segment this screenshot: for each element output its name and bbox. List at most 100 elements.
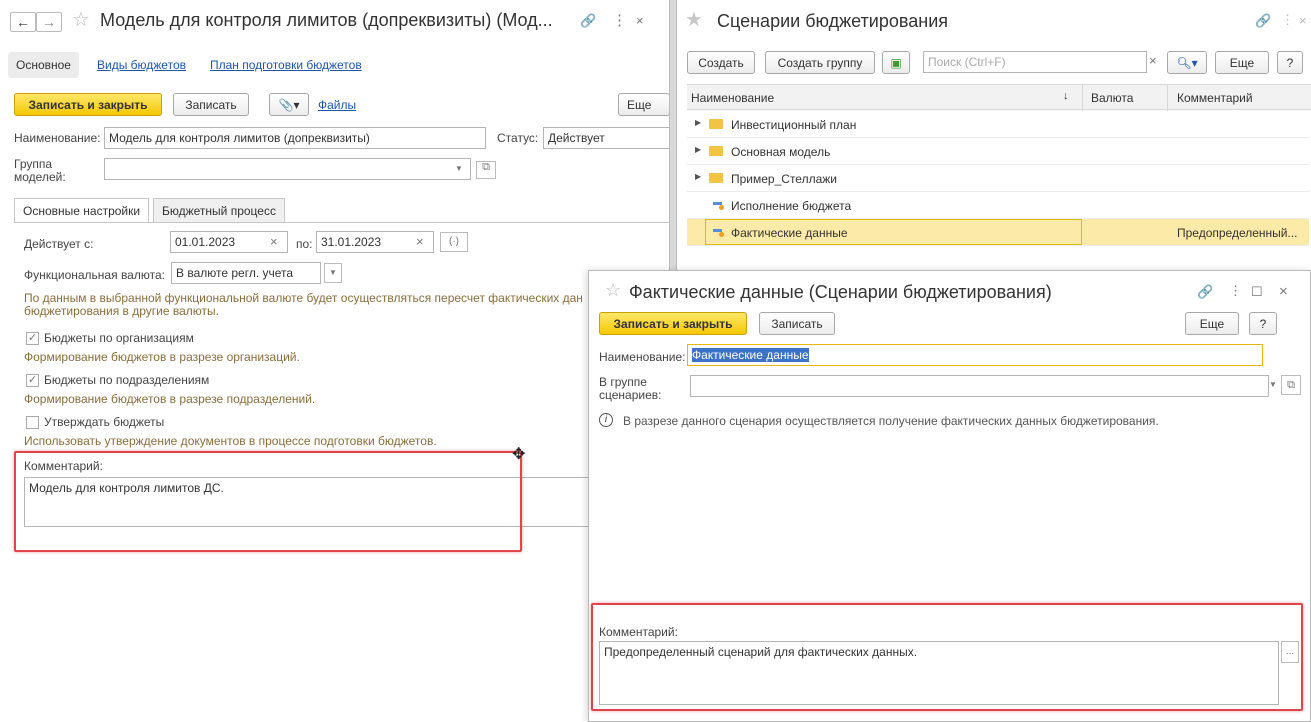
depts-checkbox[interactable]: ✓: [26, 374, 39, 387]
search-icon: 🔍︎▾: [1176, 55, 1198, 70]
table-row[interactable]: Исполнение бюджета: [687, 192, 1309, 219]
approve-checkbox-label[interactable]: Утверждать бюджеты: [44, 415, 164, 429]
save-button[interactable]: Записать: [759, 312, 835, 335]
report-button[interactable]: ▣: [882, 51, 910, 74]
group-label-line2: моделей:: [14, 170, 66, 184]
group-label-line1: Группа: [14, 157, 53, 171]
maximize-icon[interactable]: ☐: [1251, 285, 1263, 298]
orgs-hint: Формирование бюджетов в разрезе организа…: [24, 350, 300, 364]
currency-label: Функциональная валюта:: [24, 268, 165, 282]
window-title: Модель для контроля лимитов (допреквизит…: [100, 10, 553, 30]
folder-icon: [709, 173, 723, 183]
create-group-button[interactable]: Создать группу: [765, 51, 875, 74]
help-button[interactable]: ?: [1249, 312, 1277, 335]
orgs-checkbox[interactable]: ✓: [26, 332, 39, 345]
comment-highlight: [14, 451, 522, 552]
folder-icon: [709, 146, 723, 156]
row-comment: Предопределенный...: [1177, 226, 1298, 240]
group-field[interactable]: [104, 158, 471, 180]
dropdown-icon[interactable]: ▼: [1269, 381, 1277, 389]
close-icon[interactable]: ×: [1299, 14, 1307, 27]
info-text: В разрезе данного сценария осуществляетс…: [623, 414, 1159, 428]
currency-hint-line2: бюджетирования в другие валюты.: [24, 304, 219, 318]
dropdown-icon[interactable]: ▼: [455, 165, 463, 173]
expand-icon[interactable]: ▶: [695, 172, 701, 181]
approve-checkbox[interactable]: [26, 416, 39, 429]
open-icon[interactable]: ⧉: [1281, 375, 1301, 395]
nav-link-budget-types[interactable]: Виды бюджетов: [97, 58, 186, 72]
star-icon[interactable]: ★: [685, 10, 703, 30]
table-row[interactable]: ▶ Инвестиционный план: [687, 111, 1309, 138]
link-icon[interactable]: 🔗: [580, 14, 596, 27]
tab-main-settings[interactable]: Основные настройки: [14, 198, 150, 223]
name-label: Наименование:: [599, 350, 686, 364]
model-window: ← → ☆ Модель для контроля лимитов (допре…: [0, 0, 670, 722]
column-divider-2: [1167, 85, 1168, 111]
row-name: Основная модель: [731, 145, 831, 159]
predefined-item-icon: [713, 227, 725, 237]
table-row[interactable]: ▶ Основная модель: [687, 138, 1309, 165]
predefined-item-icon: [713, 200, 725, 210]
clear-date-from-icon[interactable]: ×: [270, 235, 278, 248]
clear-search-icon[interactable]: ×: [1149, 54, 1163, 67]
more-vert-icon[interactable]: ⋮: [1281, 13, 1294, 26]
link-icon[interactable]: 🔗: [1255, 14, 1271, 27]
create-button[interactable]: Создать: [687, 51, 755, 74]
active-from-label: Действует с:: [24, 237, 94, 251]
group-field[interactable]: [690, 375, 1269, 397]
more-button[interactable]: Еще: [1215, 51, 1269, 74]
tab-divider: [14, 222, 669, 223]
open-icon[interactable]: ⧉: [476, 161, 496, 179]
name-label: Наименование:: [14, 131, 101, 145]
save-close-button[interactable]: Записать и закрыть: [14, 93, 162, 116]
table-row-selected[interactable]: Фактические данные Предопределенный...: [687, 219, 1309, 246]
more-button[interactable]: Еще: [1185, 312, 1239, 335]
depts-checkbox-label[interactable]: Бюджеты по подразделениям: [44, 373, 209, 387]
group-label-line1: В группе: [599, 375, 647, 389]
currency-field[interactable]: В валюте регл. учета: [171, 262, 321, 284]
star-icon[interactable]: ☆: [605, 281, 621, 299]
table-row[interactable]: ▶ Пример_Стеллажи: [687, 165, 1309, 192]
search-input[interactable]: Поиск (Ctrl+F): [923, 51, 1147, 73]
tab-budget-process[interactable]: Бюджетный процесс: [153, 198, 285, 222]
more-button[interactable]: Еще: [618, 93, 669, 116]
column-header-comment[interactable]: Комментарий: [1177, 91, 1253, 105]
close-icon[interactable]: ×: [1279, 284, 1288, 299]
nav-tab-main[interactable]: Основное: [8, 52, 79, 78]
paperclip-icon: 📎▾: [278, 97, 300, 112]
expand-icon[interactable]: ▶: [695, 118, 701, 127]
more-vert-icon[interactable]: ⋮: [612, 13, 627, 28]
folder-icon: [709, 119, 723, 129]
comment-highlight: [591, 603, 1303, 711]
link-icon[interactable]: 🔗: [1197, 285, 1213, 298]
fact-title: Фактические данные (Сценарии бюджетирова…: [629, 282, 1052, 302]
column-header-name[interactable]: Наименование: [691, 91, 774, 105]
save-button[interactable]: Записать: [173, 93, 249, 116]
more-vert-icon[interactable]: ⋮: [1229, 284, 1242, 297]
period-icon[interactable]: (·): [440, 232, 468, 252]
expand-icon[interactable]: ▶: [695, 145, 701, 154]
table-body: ▶ Инвестиционный план ▶ Основная модель …: [687, 111, 1311, 271]
name-field[interactable]: Фактические данные: [687, 344, 1263, 366]
to-label: по:: [296, 237, 313, 251]
search-button[interactable]: 🔍︎▾: [1167, 51, 1207, 74]
nav-link-budget-plan[interactable]: План подготовки бюджетов: [210, 58, 362, 72]
name-field[interactable]: Модель для контроля лимитов (допреквизит…: [104, 127, 486, 149]
column-header-currency[interactable]: Валюта: [1091, 91, 1133, 105]
fact-window: ☆ Фактические данные (Сценарии бюджетиро…: [588, 270, 1311, 722]
save-close-button[interactable]: Записать и закрыть: [599, 312, 747, 335]
info-icon: i: [599, 413, 613, 427]
files-link[interactable]: Файлы: [318, 98, 356, 112]
help-button[interactable]: ?: [1277, 51, 1303, 74]
clear-date-to-icon[interactable]: ×: [416, 235, 424, 248]
orgs-checkbox-label[interactable]: Бюджеты по организациям: [44, 331, 194, 345]
attach-button[interactable]: 📎▾: [269, 93, 309, 116]
close-icon[interactable]: ×: [636, 14, 644, 27]
currency-hint-line1: По данным в выбранной функциональной вал…: [24, 291, 583, 305]
back-button[interactable]: ←: [10, 12, 36, 32]
row-name: Исполнение бюджета: [731, 199, 852, 213]
forward-button[interactable]: →: [36, 12, 62, 32]
status-field[interactable]: Действует: [543, 127, 669, 149]
currency-dropdown-icon[interactable]: ▼: [324, 263, 342, 283]
star-icon[interactable]: ☆: [72, 10, 90, 30]
